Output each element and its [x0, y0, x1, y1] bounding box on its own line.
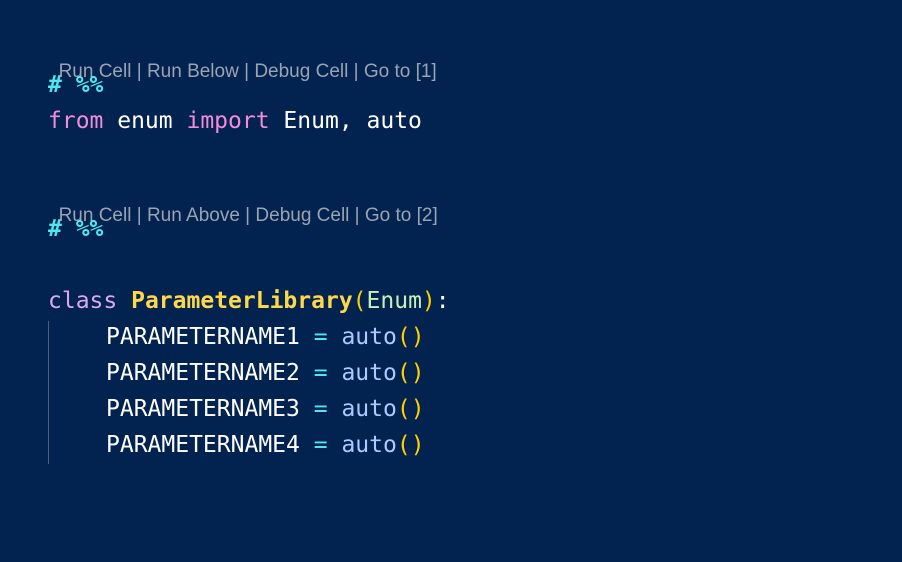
class-def-line: class ParameterLibrary(Enum):: [48, 288, 450, 314]
equals-op: =: [313, 360, 328, 386]
indent-guide: [48, 321, 49, 464]
run-below-link[interactable]: Run Below: [147, 61, 239, 82]
member-line: PARAMETERNAME3 = auto(): [106, 396, 425, 422]
keyword-from: from: [48, 108, 104, 134]
separator: |: [131, 205, 147, 226]
goto-link[interactable]: Go to [1]: [364, 61, 437, 82]
separator: |: [348, 61, 364, 82]
module-name: enum: [103, 108, 187, 134]
call-parens: (): [396, 324, 425, 350]
cell-marker: # %%: [48, 72, 104, 98]
member-name: PARAMETERNAME3: [106, 396, 300, 422]
member-line: PARAMETERNAME4 = auto(): [106, 432, 425, 458]
base-class: Enum: [366, 288, 422, 314]
call-parens: (): [396, 432, 425, 458]
class-name: ParameterLibrary: [131, 288, 353, 314]
equals-op: =: [313, 324, 328, 350]
equals-op: =: [313, 432, 328, 458]
close-paren: ): [421, 288, 436, 314]
call-parens: (): [396, 396, 425, 422]
function-call: auto: [341, 396, 397, 422]
cell-marker: # %%: [48, 216, 104, 242]
debug-cell-link[interactable]: Debug Cell: [254, 61, 348, 82]
function-call: auto: [341, 324, 397, 350]
separator: |: [131, 61, 147, 82]
colon: :: [435, 288, 450, 314]
function-call: auto: [341, 432, 397, 458]
member-line: PARAMETERNAME1 = auto(): [106, 324, 425, 350]
keyword-import: import: [186, 108, 270, 134]
goto-link[interactable]: Go to [2]: [365, 205, 438, 226]
call-parens: (): [396, 360, 425, 386]
equals-op: =: [313, 396, 328, 422]
run-above-link[interactable]: Run Above: [147, 205, 240, 226]
imported-names: Enum, auto: [269, 108, 422, 134]
member-name: PARAMETERNAME1: [106, 324, 300, 350]
separator: |: [239, 205, 256, 226]
separator: |: [238, 61, 255, 82]
debug-cell-link[interactable]: Debug Cell: [255, 205, 349, 226]
import-line: from enum import Enum, auto: [48, 108, 422, 134]
member-name: PARAMETERNAME2: [106, 360, 300, 386]
open-paren: (: [352, 288, 367, 314]
member-name: PARAMETERNAME4: [106, 432, 300, 458]
codelens-cell-1: Run Cell | Run Below | Debug Cell | Go t…: [48, 39, 437, 83]
codelens-cell-2: Run Cell | Run Above | Debug Cell | Go t…: [48, 183, 438, 227]
separator: |: [349, 205, 365, 226]
function-call: auto: [341, 360, 397, 386]
keyword-class: class: [48, 288, 118, 314]
member-line: PARAMETERNAME2 = auto(): [106, 360, 425, 386]
